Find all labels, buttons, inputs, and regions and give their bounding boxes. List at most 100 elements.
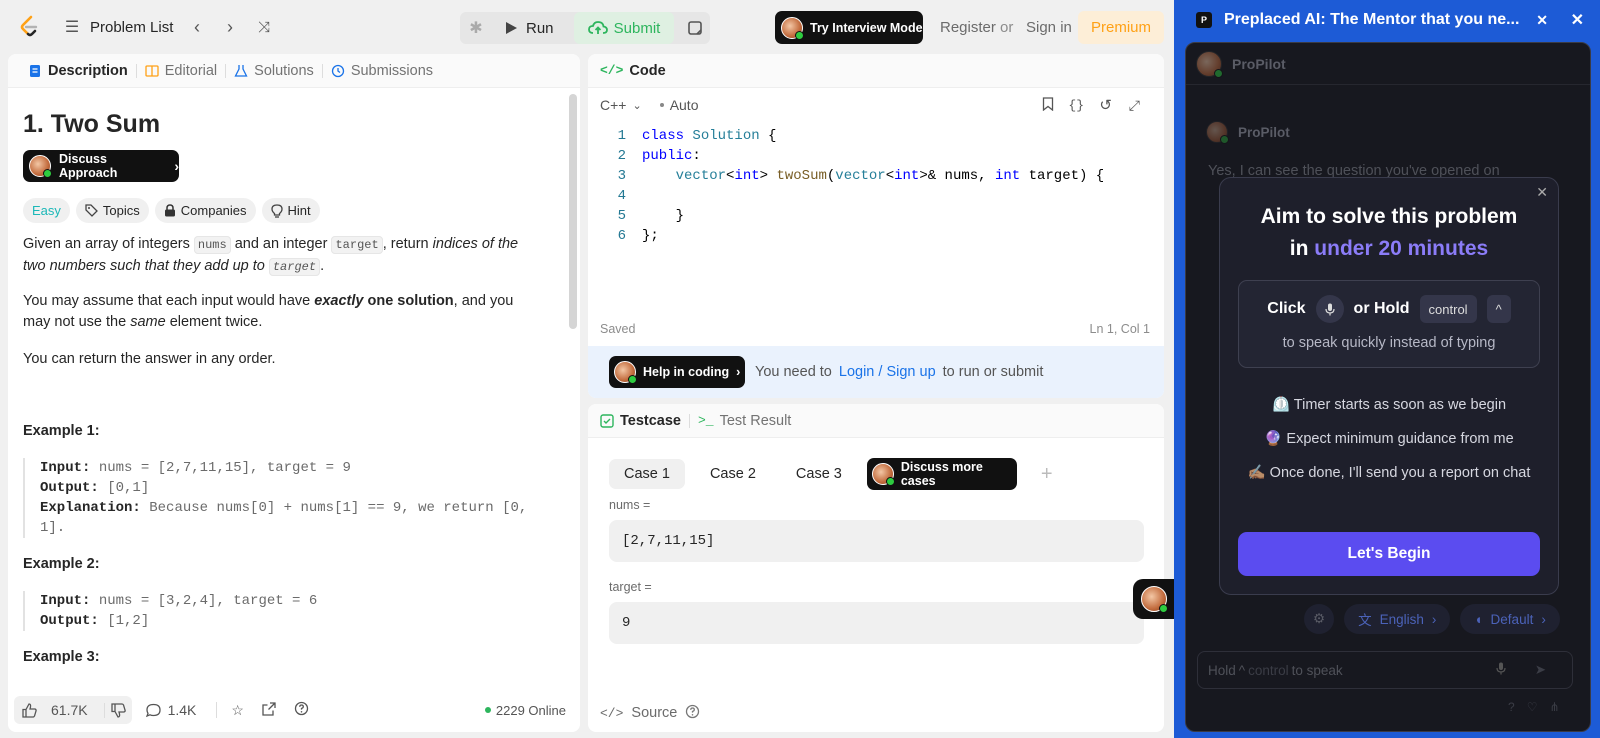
chevron-right-icon: ›: [1541, 611, 1546, 627]
reset-icon[interactable]: ↺: [1099, 96, 1112, 114]
discuss-approach-button[interactable]: Discuss Approach ›: [23, 150, 179, 182]
login-prompt-bar: Help in coding › You need to Login / Sig…: [588, 346, 1164, 398]
online-count: 2229 Online: [484, 703, 566, 718]
problem-assumption: You may assume that each input would hav…: [23, 293, 514, 330]
code-line: 2 public:: [617, 148, 701, 164]
tab-code[interactable]: </> Code: [600, 63, 674, 79]
description-panel: Description Editorial Solutions Submissi…: [8, 54, 580, 732]
prev-problem-icon[interactable]: ‹: [187, 15, 207, 39]
testcase-tabs: Testcase >_ Test Result: [588, 404, 1164, 438]
expand-icon[interactable]: ⤢: [1129, 97, 1140, 114]
tab-solutions[interactable]: Solutions: [226, 63, 322, 79]
lets-begin-button[interactable]: Let's Begin: [1238, 532, 1540, 576]
debug-bug-icon[interactable]: ✱: [464, 16, 488, 40]
modal-bullet: ✍🏽 Once done, I'll send you a report on …: [1247, 465, 1531, 481]
modal-title: Aim to solve this problem in under 20 mi…: [1260, 205, 1518, 260]
history-icon: [331, 64, 344, 77]
tab-editorial[interactable]: Editorial: [137, 63, 225, 79]
close-icon[interactable]: ✕: [1536, 184, 1548, 201]
chat-input[interactable]: Hold ^ control to speak ➤: [1197, 651, 1573, 689]
send-icon[interactable]: ➤: [1535, 662, 1546, 678]
leetcode-logo-icon[interactable]: [16, 14, 42, 40]
case-tab[interactable]: Case 2: [695, 459, 771, 489]
language-select[interactable]: C++ ⌄: [600, 97, 642, 113]
settings-button[interactable]: ⚙: [1304, 604, 1335, 634]
help-circle-icon[interactable]: [685, 704, 700, 723]
tab-test-result[interactable]: >_ Test Result: [690, 413, 799, 429]
lock-icon: [164, 204, 175, 217]
tab-submissions[interactable]: Submissions: [323, 63, 441, 79]
run-button[interactable]: Run: [492, 12, 566, 44]
microphone-icon[interactable]: [1315, 295, 1344, 323]
dislike-button[interactable]: [103, 702, 132, 718]
login-signup-link[interactable]: Login / Sign up: [839, 364, 936, 380]
topics-pill[interactable]: Topics: [75, 198, 149, 223]
control-key-chip: control: [1419, 295, 1477, 323]
next-problem-icon[interactable]: ›: [220, 15, 240, 39]
book-icon: [145, 64, 159, 77]
tab-description[interactable]: Description: [20, 63, 136, 79]
try-interview-mode-button[interactable]: Try Interview Mode: [775, 11, 923, 44]
notes-button[interactable]: [680, 12, 710, 44]
code-panel: </> Code C++ ⌄ Auto {} ↺ ⤢ 1 class Solut…: [588, 54, 1164, 398]
modal-bullet: ⏲️ Timer starts as soon as we begin: [1271, 397, 1507, 413]
online-dot-icon: [484, 707, 491, 713]
discuss-more-cases-button[interactable]: Discuss more cases: [866, 458, 1017, 490]
gear-icon: ⚙: [1313, 611, 1326, 626]
companies-pill[interactable]: Companies: [154, 198, 256, 223]
propilot-floating-button[interactable]: [1133, 579, 1175, 619]
chevron-right-icon: ›: [1431, 611, 1437, 627]
star-icon[interactable]: ☆: [231, 702, 244, 719]
case-tab[interactable]: Case 1: [609, 459, 685, 489]
submit-button[interactable]: Submit: [574, 12, 674, 44]
preplaced-logo-icon: P: [1196, 12, 1212, 28]
help-circle-icon[interactable]: ?: [1508, 700, 1515, 714]
speaker-icon: ◖: [1474, 611, 1483, 627]
list-icon[interactable]: ☰: [62, 16, 82, 38]
problem-tags: Easy Topics Companies Hint: [23, 198, 320, 223]
microphone-icon[interactable]: [1496, 662, 1506, 678]
code-header: </> Code: [588, 54, 1164, 88]
nums-input[interactable]: [2,7,11,15]: [609, 520, 1144, 562]
source-link[interactable]: Source: [631, 705, 677, 721]
help-circle-icon[interactable]: [294, 701, 309, 719]
comments-button[interactable]: 1.4K: [145, 702, 196, 718]
format-braces-icon[interactable]: {}: [1068, 98, 1084, 113]
close-icon[interactable]: ✕: [1571, 10, 1584, 30]
code-editor[interactable]: 1 class Solution { 2 public: 3 vector<in…: [588, 126, 1164, 306]
share-icon[interactable]: ⋔: [1549, 700, 1559, 714]
register-link[interactable]: Register: [940, 19, 996, 36]
premium-button[interactable]: Premium: [1078, 11, 1164, 44]
problem-list-link[interactable]: Problem List: [90, 19, 173, 36]
nums-label: nums =: [609, 498, 651, 512]
auto-indicator[interactable]: Auto: [659, 97, 699, 113]
voice-button[interactable]: ◖ Default ›: [1460, 604, 1560, 634]
or-text: or: [1000, 19, 1014, 36]
code-brackets-icon: </>: [600, 705, 624, 721]
hint-pill[interactable]: Hint: [261, 198, 320, 223]
like-button[interactable]: 61.7K: [14, 702, 104, 718]
help-in-coding-button[interactable]: Help in coding ›: [609, 356, 745, 388]
note-icon: [688, 21, 702, 35]
case-tab[interactable]: Case 3: [781, 459, 857, 489]
code-line: 1 class Solution {: [617, 128, 777, 144]
cloud-upload-icon: [587, 21, 608, 34]
problem-note: You can return the answer in any order.: [23, 351, 276, 367]
description-tabs: Description Editorial Solutions Submissi…: [8, 54, 580, 88]
bookmark-icon[interactable]: [1042, 96, 1054, 114]
tag-icon: [85, 204, 98, 217]
description-scrollbar[interactable]: [569, 94, 577, 329]
code-toolbar: C++ ⌄ Auto {} ↺ ⤢: [588, 88, 1164, 122]
heart-icon[interactable]: ♡: [1527, 700, 1538, 714]
add-case-icon[interactable]: +: [1041, 463, 1053, 486]
share-icon[interactable]: [262, 701, 276, 719]
unpin-icon[interactable]: ✕: [1536, 12, 1548, 29]
target-input[interactable]: 9: [609, 602, 1144, 644]
chat-footer-icons: ? ♡ ⋔: [1508, 700, 1560, 714]
chevron-down-icon: ⌄: [632, 99, 642, 112]
sign-in-link[interactable]: Sign in: [1026, 19, 1072, 36]
saved-status: Saved: [600, 322, 636, 336]
language-button[interactable]: 文 English ›: [1344, 604, 1451, 634]
shuffle-icon[interactable]: ⤨: [253, 15, 275, 39]
tab-testcase[interactable]: Testcase: [600, 413, 689, 429]
